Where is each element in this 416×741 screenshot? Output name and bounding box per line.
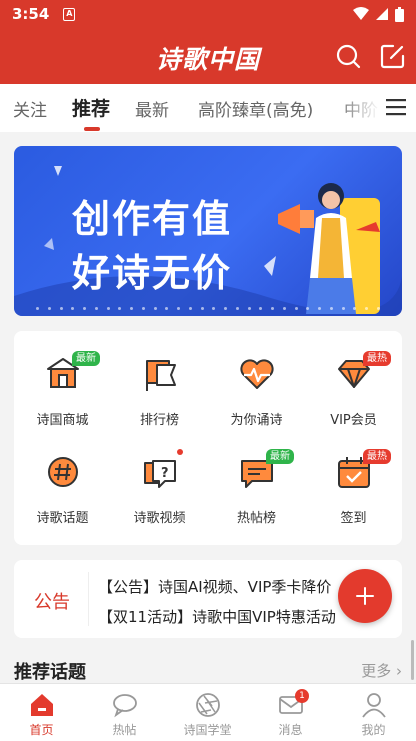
grid-label: 为你诵诗 [230,413,283,428]
grid-label: 排行榜 [139,413,179,428]
divider [88,572,89,626]
signal-icon [376,8,388,20]
announcement-tag: 公告 [34,592,70,613]
grid-item-recite[interactable]: 为你诵诗 [208,337,305,432]
scrollbar[interactable] [411,640,414,680]
status-bar: 3:54 A [0,0,416,28]
svg-text:?: ? [161,466,169,481]
grid-label: VIP会员 [330,413,377,428]
badge-new: 最新 [266,449,294,464]
tab-follow[interactable]: 关注 [13,96,47,121]
aperture-icon [196,693,220,717]
menu-icon[interactable] [386,98,406,116]
more-link[interactable]: 更多 › [361,660,402,681]
grid-item-vip[interactable]: 最热 VIP会员 [305,337,402,432]
banner-headline-2: 好诗无价 [72,251,233,295]
bottom-navigation: 首页 热帖 诗国学堂 1 消息 我的 [0,683,416,741]
recommended-topics-header: 推荐话题 更多 › [14,654,402,684]
nav-school[interactable]: 诗国学堂 [166,684,249,741]
tab-advanced[interactable]: 高阶臻章(高免) [198,96,313,121]
home-icon [31,694,53,716]
nav-label: 首页 [29,723,54,737]
grid-item-checkin[interactable]: 最热 签到 [305,435,402,530]
badge-hot: 最热 [363,351,391,366]
grid-item-shop[interactable]: 最新 诗国商城 [14,337,111,432]
active-tab-indicator [84,127,100,131]
banner-headline-1: 创作有值 [72,197,233,241]
megaphone-girl-illustration [278,183,380,314]
nav-label: 热帖 [112,723,137,737]
nav-profile[interactable]: 我的 [332,684,415,741]
chevron-right-icon: › [396,662,402,680]
tabs-fade [336,84,380,130]
wifi-icon [353,7,369,20]
compose-icon[interactable] [379,42,407,70]
tab-recommend[interactable]: 推荐 [72,94,110,121]
create-post-button[interactable] [338,569,392,623]
section-title: 推荐话题 [14,662,86,683]
nav-label: 我的 [361,723,386,737]
nav-hot-posts[interactable]: 热帖 [83,684,166,741]
grid-label: 诗歌话题 [36,511,89,526]
notification-icon: A [63,7,76,21]
grid-label: 诗国商城 [36,413,89,428]
video-chat-icon: ? [144,460,176,488]
feature-grid: 最新 诗国商城 排行榜 为你诵诗 最热 VIP会员 诗歌话题 ? 诗歌视频 最新… [14,331,402,545]
announcement-item[interactable]: 【双11活动】诗歌中国VIP特惠活动 [98,606,336,627]
badge-new: 最新 [72,351,100,366]
nav-messages[interactable]: 1 消息 [249,684,332,741]
nav-home[interactable]: 首页 [0,684,83,741]
promo-banner[interactable]: 创作有值 好诗无价 [14,146,402,316]
grid-item-videos[interactable]: ? 诗歌视频 [111,435,208,530]
new-dot [177,449,183,455]
grid-item-hot-posts[interactable]: 最新 热帖榜 [208,435,305,530]
message-count-badge: 1 [295,689,309,703]
ranking-flag-icon [146,360,176,391]
grid-label: 签到 [340,511,367,526]
tab-latest[interactable]: 最新 [135,96,169,121]
grid-item-ranking[interactable]: 排行榜 [111,337,208,432]
nav-label: 诗国学堂 [183,723,232,737]
battery-icon [395,6,404,22]
search-icon[interactable] [334,42,362,70]
grid-label: 诗歌视频 [133,511,186,526]
banner-pagination [36,307,380,310]
category-tabs: 关注 推荐 最新 高阶臻章(高免) 中阶 [0,84,416,132]
heart-pulse-icon [240,359,274,389]
nav-label: 消息 [278,723,303,737]
grid-label: 热帖榜 [236,511,276,526]
chat-bubble-icon [113,694,137,718]
grid-item-topics[interactable]: 诗歌话题 [14,435,111,530]
person-icon [362,693,386,718]
hashtag-icon [48,457,78,487]
announcement-item[interactable]: 【公告】诗国AI视频、VIP季卡降价 [98,576,331,597]
app-bar: 诗歌中国 [0,28,416,84]
status-time: 3:54 [12,5,50,23]
badge-hot: 最热 [363,449,391,464]
